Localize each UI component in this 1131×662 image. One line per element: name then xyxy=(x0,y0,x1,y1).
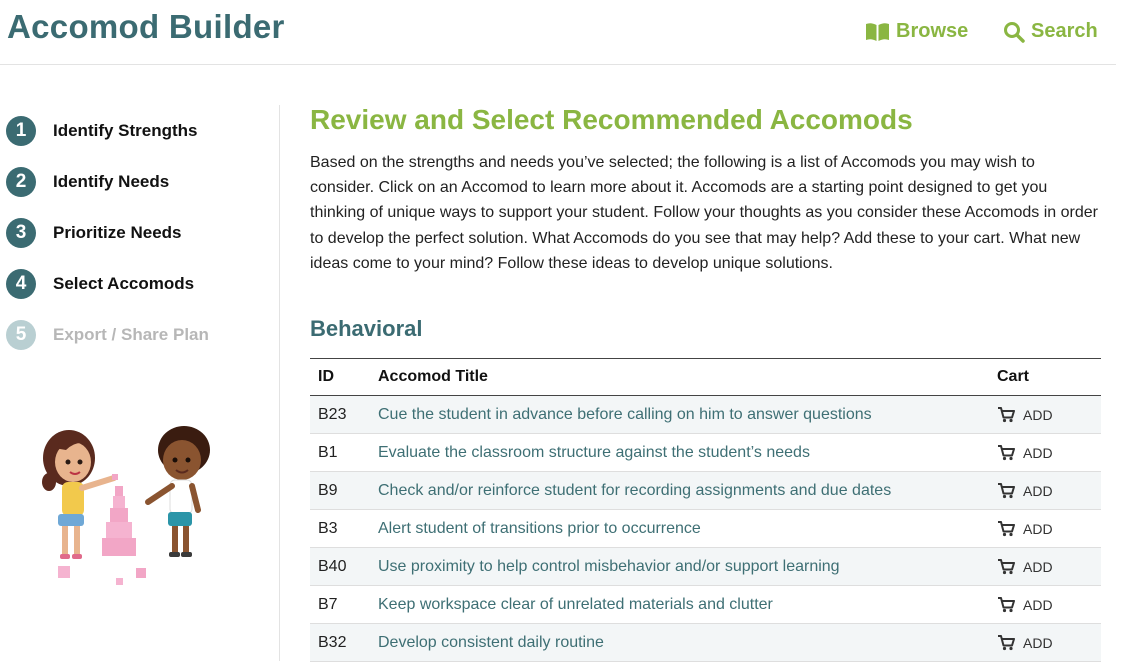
sidebar-divider xyxy=(279,105,280,661)
table-row: B40 Use proximity to help control misbeh… xyxy=(310,547,1101,586)
table-row: B1 Evaluate the classroom structure agai… xyxy=(310,433,1101,472)
add-to-cart-button[interactable]: ADD xyxy=(997,444,1093,461)
search-link[interactable]: Search xyxy=(1003,20,1098,43)
accomods-table: ID Accomod Title Cart B23 Cue the studen… xyxy=(310,358,1101,662)
step-identify-needs[interactable]: 2 Identify Needs xyxy=(6,167,169,197)
add-label: ADD xyxy=(1023,482,1053,499)
step-label: Identify Needs xyxy=(53,172,170,191)
step-select-accomods[interactable]: 4 Select Accomods xyxy=(6,269,194,299)
col-header-cart: Cart xyxy=(997,368,1030,385)
search-label: Search xyxy=(1031,20,1098,42)
add-to-cart-button[interactable]: ADD xyxy=(997,634,1093,651)
col-header-title: Accomod Title xyxy=(378,368,488,385)
table-row: B3 Alert student of transitions prior to… xyxy=(310,509,1101,548)
table-row: B32 Develop consistent daily routine ADD xyxy=(310,623,1101,662)
accomod-title-link[interactable]: Check and/or reinforce student for recor… xyxy=(370,471,989,510)
table-row: B23 Cue the student in advance before ca… xyxy=(310,395,1101,434)
cart-icon xyxy=(998,520,1015,536)
step-number: 2 xyxy=(6,167,36,197)
cart-icon xyxy=(998,634,1015,650)
search-icon xyxy=(1003,21,1025,43)
kids-illustration xyxy=(36,420,236,600)
row-id: B7 xyxy=(310,585,370,624)
accomod-title-link[interactable]: Cue the student in advance before callin… xyxy=(370,395,989,434)
cart-icon xyxy=(998,444,1015,460)
add-label: ADD xyxy=(1023,558,1053,575)
cart-icon xyxy=(998,596,1015,612)
accomod-title-link[interactable]: Alert student of transitions prior to oc… xyxy=(370,509,989,548)
cart-icon xyxy=(998,482,1015,498)
header: Accomod Builder Browse Search xyxy=(0,0,1116,65)
row-id: B3 xyxy=(310,509,370,548)
step-label: Identify Strengths xyxy=(53,121,198,140)
step-export-share-plan: 5 Export / Share Plan xyxy=(6,320,209,350)
step-label: Prioritize Needs xyxy=(53,223,182,242)
cart-icon xyxy=(998,406,1015,422)
row-id: B23 xyxy=(310,395,370,434)
add-label: ADD xyxy=(1023,406,1053,423)
step-label: Select Accomods xyxy=(53,274,195,293)
page-title: Review and Select Recommended Accomods xyxy=(310,104,913,135)
accomod-title-link[interactable]: Evaluate the classroom structure against… xyxy=(370,433,989,472)
book-icon xyxy=(865,22,890,42)
add-label: ADD xyxy=(1023,596,1053,613)
accomod-title-link[interactable]: Use proximity to help control misbehavio… xyxy=(370,547,989,586)
browse-link[interactable]: Browse xyxy=(865,20,968,43)
add-to-cart-button[interactable]: ADD xyxy=(997,482,1093,499)
add-label: ADD xyxy=(1023,520,1053,537)
row-id: B40 xyxy=(310,547,370,586)
add-label: ADD xyxy=(1023,634,1053,651)
accomod-title-link[interactable]: Keep workspace clear of unrelated materi… xyxy=(370,585,989,624)
step-prioritize-needs[interactable]: 3 Prioritize Needs xyxy=(6,218,182,248)
table-row: B9 Check and/or reinforce student for re… xyxy=(310,471,1101,510)
intro-paragraph: Based on the strengths and needs you’ve … xyxy=(310,154,1098,272)
app-title[interactable]: Accomod Builder xyxy=(7,8,285,46)
table-header-row: ID Accomod Title Cart xyxy=(310,358,1101,396)
section-title-behavioral: Behavioral xyxy=(310,316,423,341)
add-to-cart-button[interactable]: ADD xyxy=(997,596,1093,613)
col-header-id: ID xyxy=(318,368,334,385)
row-id: B9 xyxy=(310,471,370,510)
step-number: 5 xyxy=(6,320,36,350)
row-id: B32 xyxy=(310,623,370,662)
step-number: 4 xyxy=(6,269,36,299)
add-to-cart-button[interactable]: ADD xyxy=(997,520,1093,537)
table-row: B7 Keep workspace clear of unrelated mat… xyxy=(310,585,1101,624)
row-id: B1 xyxy=(310,433,370,472)
add-label: ADD xyxy=(1023,444,1053,461)
step-identify-strengths[interactable]: 1 Identify Strengths xyxy=(6,116,198,146)
accomod-title-link[interactable]: Develop consistent daily routine xyxy=(370,623,989,662)
step-number: 1 xyxy=(6,116,36,146)
add-to-cart-button[interactable]: ADD xyxy=(997,558,1093,575)
cart-icon xyxy=(998,558,1015,574)
add-to-cart-button[interactable]: ADD xyxy=(997,406,1093,423)
step-label: Export / Share Plan xyxy=(53,325,209,344)
browse-label: Browse xyxy=(896,20,969,42)
step-number: 3 xyxy=(6,218,36,248)
